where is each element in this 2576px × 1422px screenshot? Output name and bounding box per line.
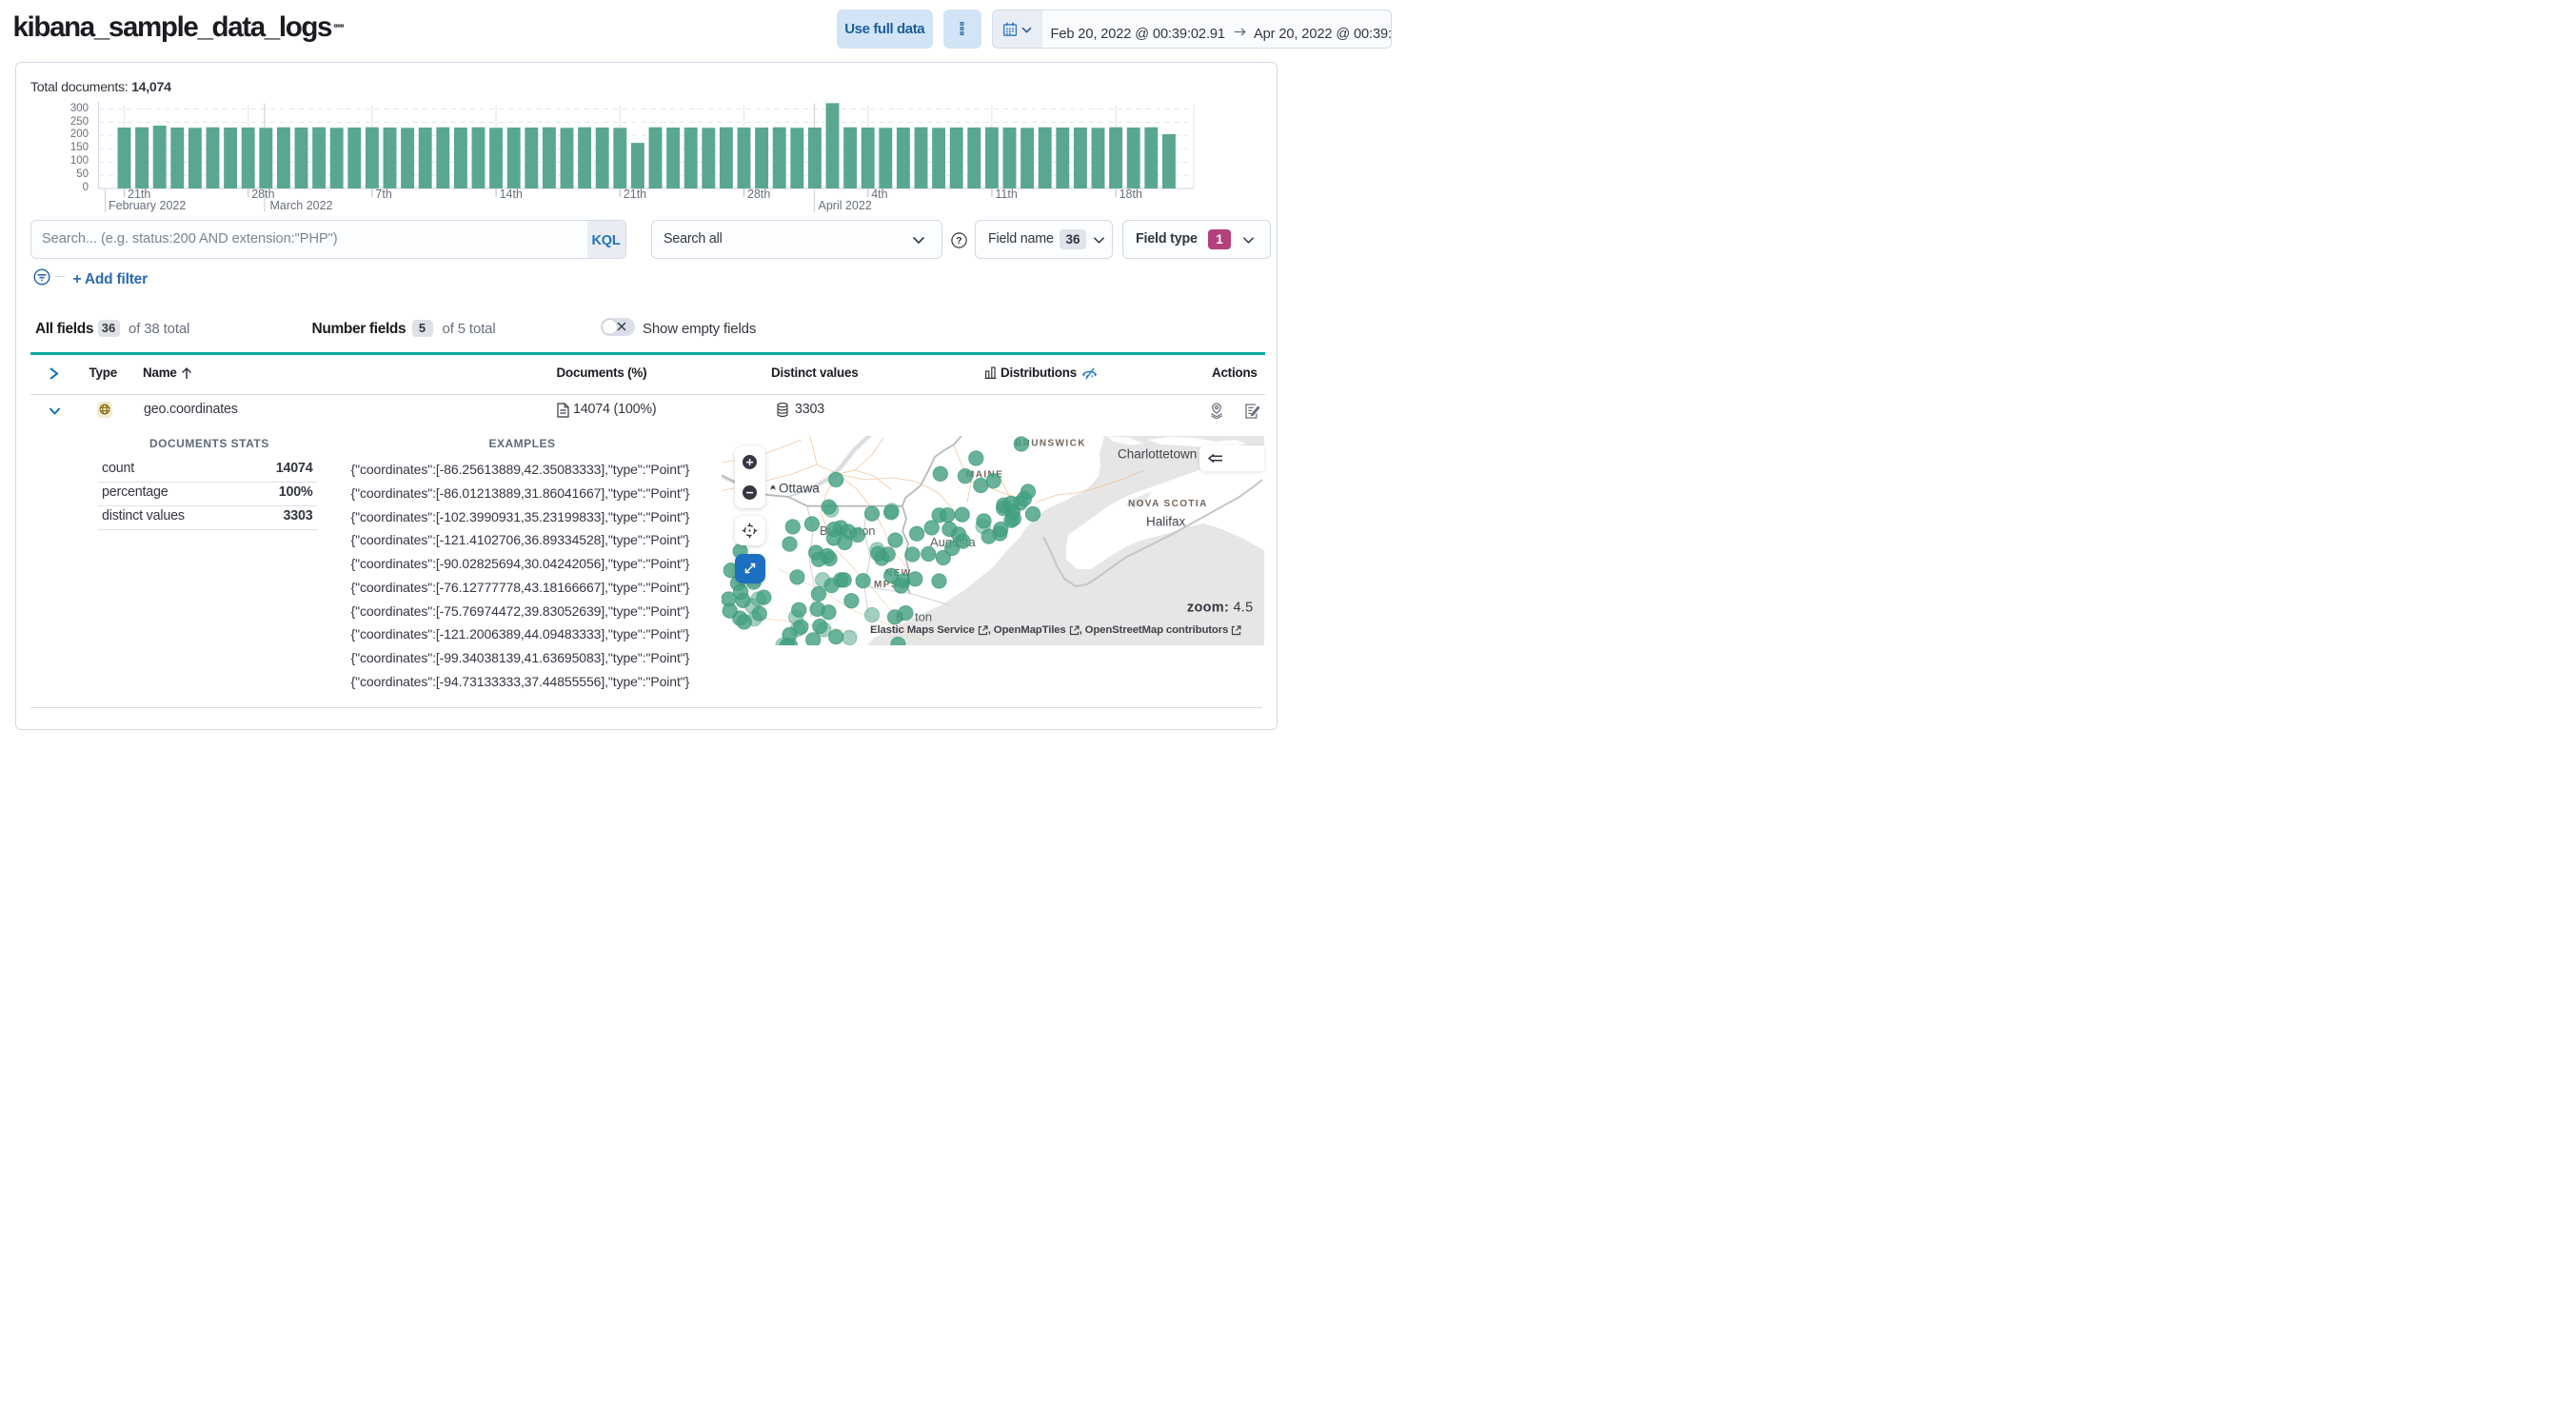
svg-text:Charlottetown: Charlottetown bbox=[1118, 446, 1197, 461]
svg-text:NOVA SCOTIA: NOVA SCOTIA bbox=[1128, 499, 1208, 509]
svg-text:?: ? bbox=[956, 235, 961, 247]
svg-text:Halifax: Halifax bbox=[1146, 514, 1186, 528]
svg-text:zoom: 4.5: zoom: 4.5 bbox=[1187, 600, 1254, 615]
svg-text:Ottawa: Ottawa bbox=[779, 481, 820, 495]
svg-text:ton: ton bbox=[915, 609, 932, 623]
